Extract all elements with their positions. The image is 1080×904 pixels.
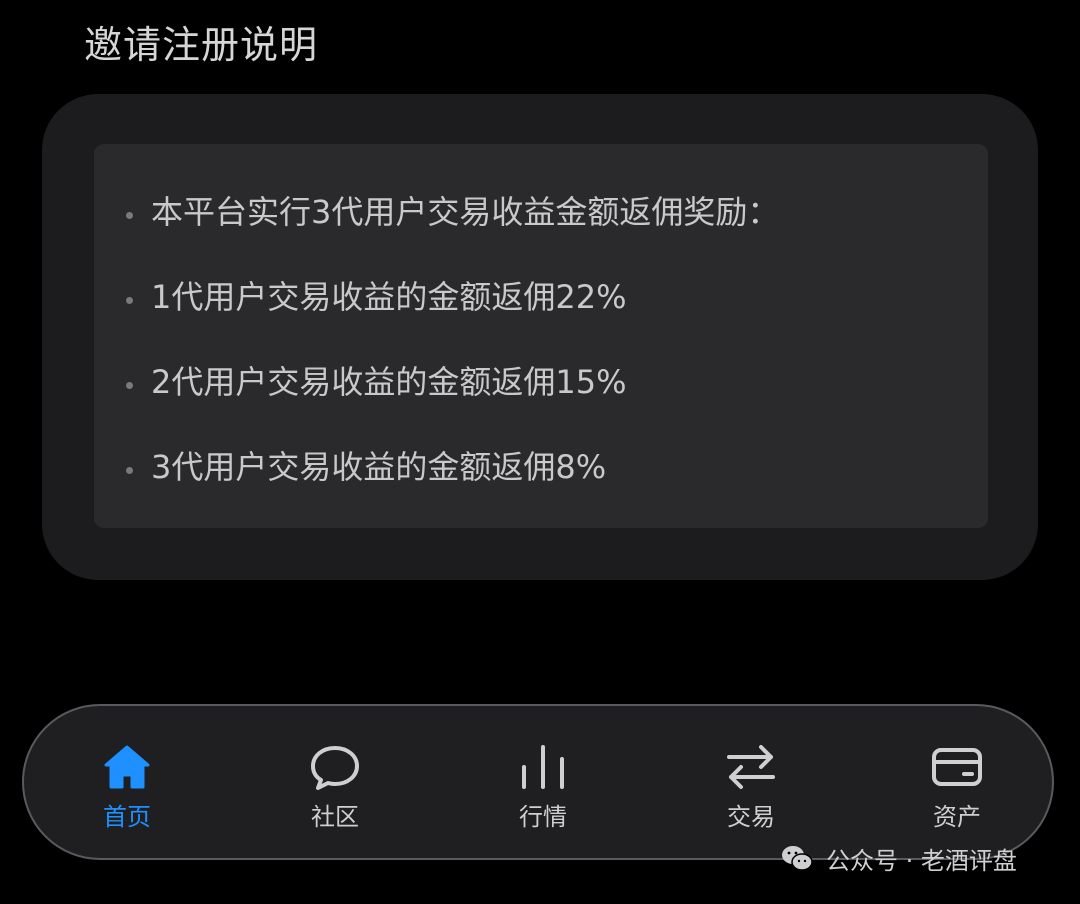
tab-label: 首页	[103, 803, 151, 831]
rule-text: 本平台实行3代用户交易收益金额返佣奖励：	[151, 193, 780, 231]
bottom-tab-bar: 首页 社区 行情 交易 资产	[22, 704, 1054, 860]
bullet-icon	[126, 297, 133, 304]
bullet-icon	[126, 467, 133, 474]
tab-label: 交易	[727, 803, 775, 831]
bullet-icon	[126, 382, 133, 389]
tab-market[interactable]: 行情	[488, 742, 598, 834]
tab-assets[interactable]: 资产	[902, 742, 1012, 834]
rules-card: 本平台实行3代用户交易收益金额返佣奖励： 1代用户交易收益的金额返佣22% 2代…	[42, 94, 1038, 580]
chat-bubble-icon	[308, 742, 362, 792]
rule-text: 3代用户交易收益的金额返佣8%	[151, 448, 607, 486]
wechat-icon	[780, 843, 814, 873]
rules-panel: 本平台实行3代用户交易收益金额返佣奖励： 1代用户交易收益的金额返佣22% 2代…	[94, 144, 988, 528]
wallet-card-icon	[930, 742, 984, 792]
tab-community[interactable]: 社区	[280, 742, 390, 834]
rule-text: 1代用户交易收益的金额返佣22%	[151, 278, 627, 316]
tab-label: 行情	[519, 803, 567, 831]
rule-item: 本平台实行3代用户交易收益金额返佣奖励：	[126, 184, 779, 269]
rule-item: 3代用户交易收益的金额返佣8%	[126, 439, 779, 524]
home-icon	[100, 742, 154, 792]
rule-item: 1代用户交易收益的金额返佣22%	[126, 269, 779, 354]
rule-item: 2代用户交易收益的金额返佣15%	[126, 354, 779, 439]
watermark-text: 公众号 · 老酒评盘	[826, 846, 1017, 875]
tab-label: 资产	[933, 803, 981, 831]
bar-chart-icon	[516, 742, 570, 792]
watermark: 公众号 · 老酒评盘	[780, 838, 1017, 878]
tab-home[interactable]: 首页	[72, 742, 182, 834]
page-title: 邀请注册说明	[84, 23, 319, 67]
bullet-icon	[126, 212, 133, 219]
rule-text: 2代用户交易收益的金额返佣15%	[151, 363, 627, 401]
tab-label: 社区	[311, 803, 359, 831]
swap-arrows-icon	[724, 742, 778, 792]
tab-trade[interactable]: 交易	[696, 742, 806, 834]
rules-list: 本平台实行3代用户交易收益金额返佣奖励： 1代用户交易收益的金额返佣22% 2代…	[126, 184, 779, 524]
